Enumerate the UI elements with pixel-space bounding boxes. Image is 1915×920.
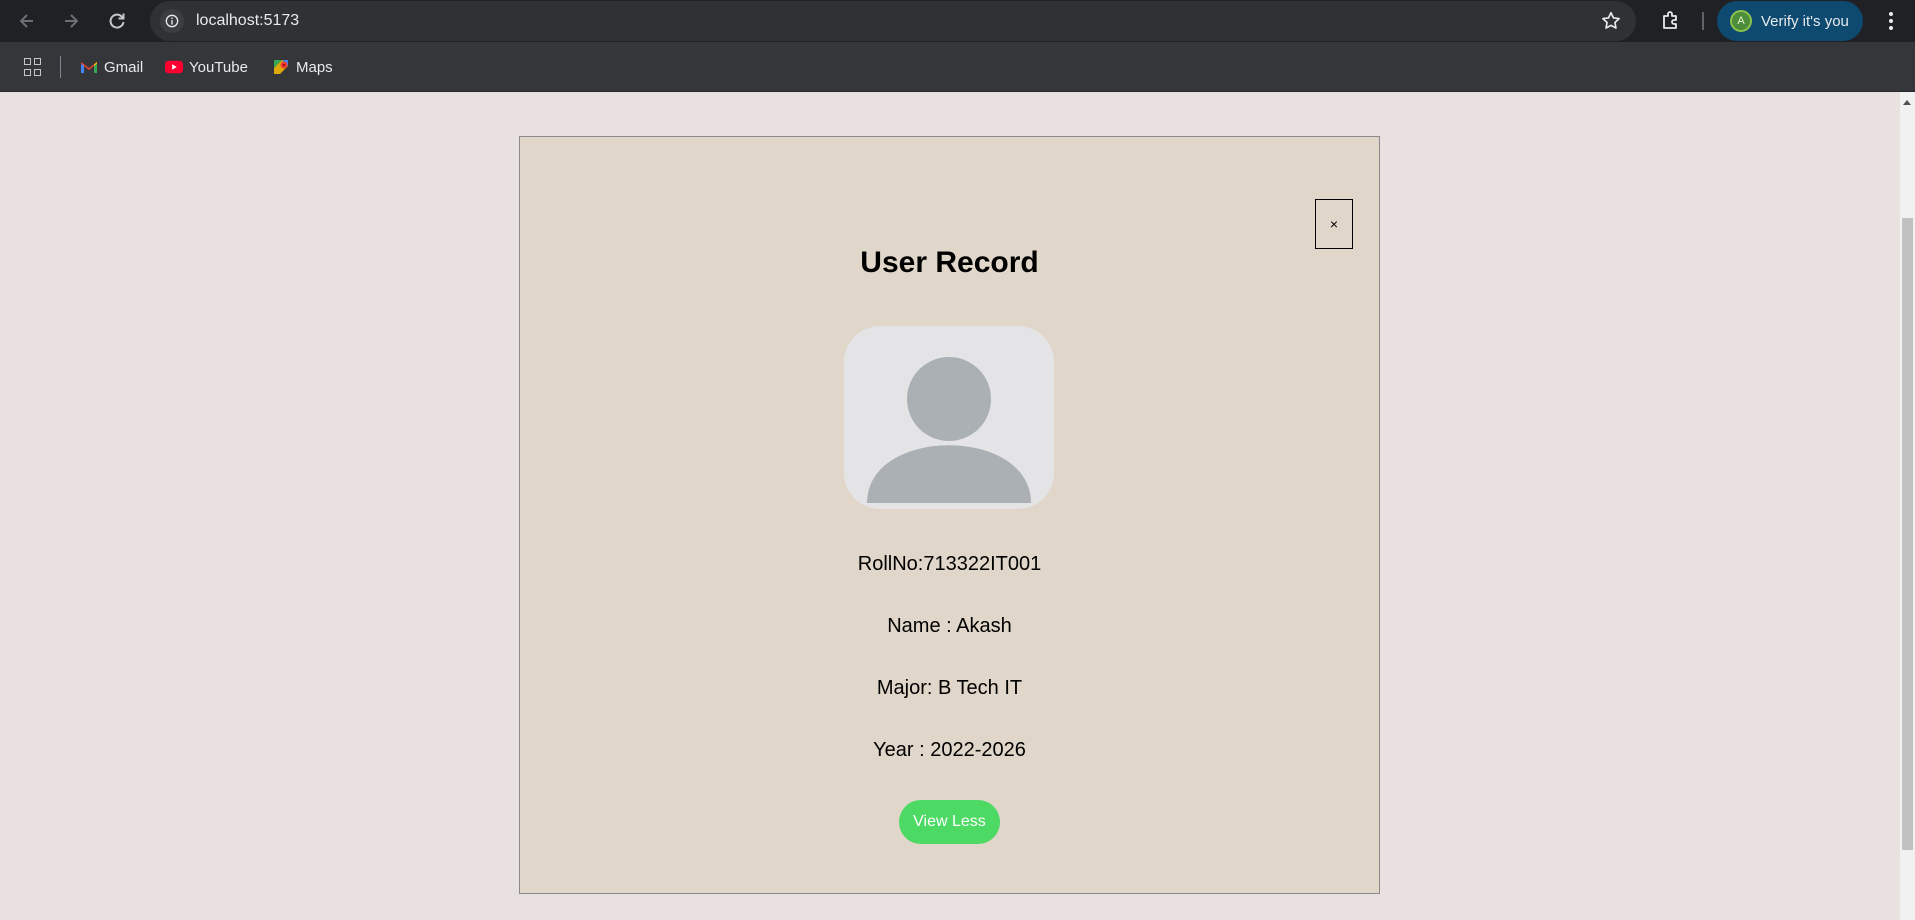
card-title: User Record [860, 246, 1039, 279]
user-record-card: × User Record RollNo:713322IT001 Name : … [519, 136, 1380, 894]
apps-grid-icon[interactable] [24, 58, 42, 76]
bookmark-maps[interactable]: Maps [272, 56, 333, 78]
bookmark-label: YouTube [189, 58, 248, 76]
youtube-icon [165, 60, 183, 74]
bookmark-gmail[interactable]: Gmail [80, 56, 143, 78]
rollno-text: RollNo:713322IT001 [857, 553, 1042, 575]
reload-button[interactable] [104, 8, 130, 34]
scroll-up-arrow-icon[interactable] [1903, 100, 1911, 105]
bookmarks-divider [60, 56, 61, 78]
major-text: Major: B Tech IT [876, 677, 1023, 699]
extensions-icon[interactable] [1659, 9, 1683, 33]
bookmark-youtube[interactable]: YouTube [165, 56, 248, 78]
year-text: Year : 2022-2026 [873, 739, 1026, 761]
back-arrow-icon [19, 14, 33, 28]
bookmark-star-icon[interactable] [1600, 10, 1622, 32]
back-button[interactable] [14, 8, 40, 34]
bookmark-label: Maps [296, 58, 333, 76]
reload-icon [109, 13, 125, 29]
scrollbar-thumb[interactable] [1902, 218, 1913, 850]
forward-button[interactable] [58, 8, 84, 34]
toolbar-divider [1702, 12, 1704, 30]
close-button[interactable]: × [1315, 199, 1353, 249]
profile-verify-label: Verify it's you [1761, 12, 1849, 30]
profile-avatar: A [1730, 10, 1752, 32]
url-text[interactable]: localhost:5173 [196, 12, 299, 30]
maps-icon [274, 60, 288, 74]
view-less-button[interactable]: View Less [899, 800, 1000, 844]
bookmark-label: Gmail [104, 58, 144, 76]
browser-menu-icon[interactable] [1884, 10, 1898, 32]
bookmarks-bar: Gmail YouTube Maps [0, 42, 1915, 92]
forward-arrow-icon [65, 14, 79, 28]
user-avatar [844, 326, 1054, 509]
gmail-icon [81, 62, 97, 73]
profile-verify-button[interactable]: A Verify it's you [1717, 1, 1863, 41]
site-info-icon[interactable] [160, 9, 184, 33]
user-placeholder-icon [867, 357, 1031, 503]
name-text: Name : Akash [887, 615, 1012, 637]
page-scrollbar[interactable] [1900, 92, 1915, 920]
address-bar[interactable]: localhost:5173 [150, 1, 1636, 41]
browser-toolbar: localhost:5173 A Verify it's you [0, 0, 1915, 42]
